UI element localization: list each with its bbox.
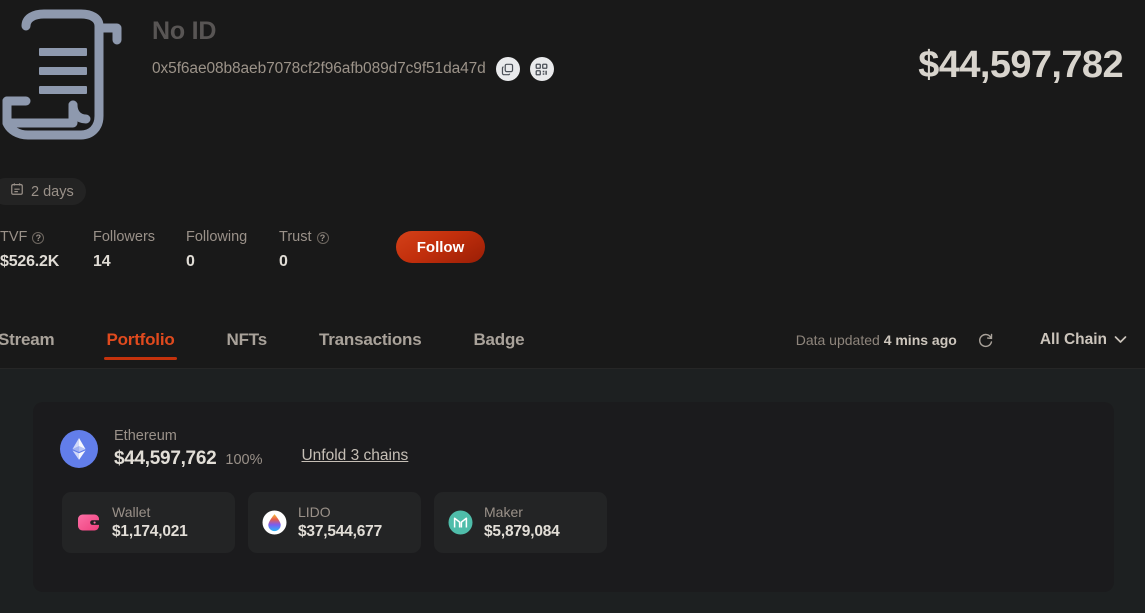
protocol-amount: $5,879,084 [484, 523, 560, 540]
copy-icon[interactable] [495, 57, 520, 81]
help-icon[interactable]: ? [32, 231, 45, 244]
stat-following[interactable]: Following 0 [186, 228, 279, 272]
tab-portfolio[interactable]: Portfolio [80, 312, 200, 368]
refresh-icon[interactable] [977, 332, 994, 349]
tab-bar: Stream Portfolio NFTs Transactions Badge… [0, 312, 1145, 369]
protocol-card-wallet[interactable]: Wallet $1,174,021 [62, 492, 235, 553]
maker-icon [448, 510, 473, 535]
protocol-card-lido[interactable]: LIDO $37,544,677 [248, 492, 421, 553]
account-age-label: 2 days [31, 183, 74, 200]
calendar-icon [10, 182, 24, 201]
protocol-list: Wallet $1,174,021 LIDO $37,544,677 Maker… [33, 470, 1114, 553]
ethereum-icon [60, 429, 98, 468]
help-icon[interactable]: ? [316, 231, 329, 244]
unfold-chains-link[interactable]: Unfold 3 chains [301, 447, 408, 465]
wallet-address[interactable]: 0x5f6ae08b8aeb7078cf2f96afb089d7c9f51da4… [152, 60, 486, 78]
stat-trust: Trust ? 0 [279, 228, 386, 272]
tab-bar-actions: Data updated 4 mins ago All Chain [796, 331, 1145, 349]
stat-trust-value: 0 [279, 253, 288, 270]
chain-amount: $44,597,762 [114, 448, 217, 469]
stat-tvf-label: TVF [0, 229, 28, 245]
identity-block: No ID 0x5f6ae08b8aeb7078cf2f96afb089d7c9… [152, 14, 554, 81]
stat-followers-value: 14 [93, 253, 111, 270]
stat-tvf-value: $526.2K [0, 253, 60, 270]
protocol-name: Maker [484, 504, 523, 520]
chain-header: Ethereum $44,597,762 100% Unfold 3 chain… [33, 402, 1114, 470]
chevron-down-icon [1114, 331, 1127, 349]
qr-code-icon[interactable] [529, 57, 554, 81]
chain-filter-label: All Chain [1039, 331, 1107, 348]
protocol-amount: $37,544,677 [298, 523, 382, 540]
protocol-card-maker[interactable]: Maker $5,879,084 [434, 492, 607, 553]
data-updated-text: Data updated 4 mins ago [796, 332, 957, 348]
scroll-document-icon [0, 4, 128, 146]
stat-following-value: 0 [186, 253, 195, 270]
protocol-name: Wallet [112, 504, 151, 520]
tab-list: Stream Portfolio NFTs Transactions Badge [0, 312, 550, 368]
stat-tvf: TVF ? $526.2K [0, 228, 93, 272]
portfolio-panel: Ethereum $44,597,762 100% Unfold 3 chain… [0, 369, 1145, 613]
address-row: 0x5f6ae08b8aeb7078cf2f96afb089d7c9f51da4… [152, 57, 554, 81]
stat-followers[interactable]: Followers 14 [93, 228, 186, 272]
chain-card-ethereum: Ethereum $44,597,762 100% Unfold 3 chain… [33, 402, 1114, 592]
total-balance: $44,597,782 [918, 44, 1123, 86]
tab-nfts[interactable]: NFTs [201, 312, 293, 368]
chain-percent: 100% [225, 452, 263, 468]
chain-filter-dropdown[interactable]: All Chain [1040, 331, 1127, 349]
chain-name: Ethereum [114, 428, 177, 444]
chain-info: Ethereum $44,597,762 100% [114, 427, 262, 470]
stat-trust-label: Trust [279, 229, 312, 245]
profile-stats: TVF ? $526.2K Followers 14 Following 0 T… [0, 228, 485, 272]
profile-header: No ID 0x5f6ae08b8aeb7078cf2f96afb089d7c9… [0, 0, 1145, 310]
tab-stream[interactable]: Stream [0, 312, 80, 368]
data-updated-time: 4 mins ago [883, 332, 957, 348]
stat-following-label: Following [186, 229, 248, 245]
protocol-amount: $1,174,021 [112, 523, 188, 540]
data-updated-prefix: Data updated [795, 332, 884, 348]
account-age-badge: 2 days [0, 178, 86, 205]
tab-transactions[interactable]: Transactions [293, 312, 447, 368]
tab-badge[interactable]: Badge [447, 312, 550, 368]
display-name: No ID [152, 17, 217, 45]
lido-icon [262, 510, 287, 535]
follow-button[interactable]: Follow [396, 231, 485, 263]
protocol-name: LIDO [298, 504, 331, 520]
stat-followers-label: Followers [93, 229, 156, 245]
wallet-icon [76, 510, 101, 535]
